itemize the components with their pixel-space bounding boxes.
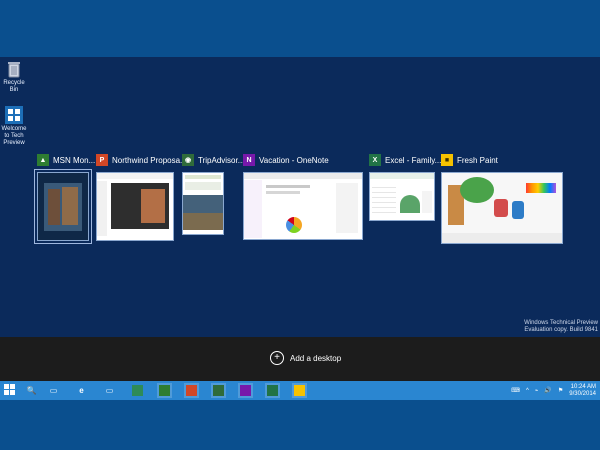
window-fresh-paint[interactable]: ■ Fresh Paint <box>441 153 563 245</box>
evaluation-watermark: Windows Technical Preview Evaluation cop… <box>524 320 598 334</box>
fresh-paint-icon: ■ <box>441 154 453 166</box>
window-msn-money[interactable]: ▲ MSN Mon... <box>34 153 95 245</box>
taskbar: 🔍 ▭ e ▭ ⌨ ^ ⌁ 🔊 ⚑ 10:24 AM 9/30/2014 <box>0 381 600 400</box>
fresh-paint-icon <box>294 385 305 396</box>
window-header: ◉ TripAdvisor... <box>182 153 244 167</box>
window-header: N Vacation - OneNote <box>243 153 329 167</box>
powerpoint-taskbar-button[interactable] <box>184 383 199 398</box>
window-header: ▲ MSN Mon... <box>37 153 95 167</box>
window-thumbnail[interactable] <box>243 172 363 240</box>
window-thumbnail[interactable] <box>96 172 174 241</box>
network-icon[interactable]: ⌁ <box>535 387 539 394</box>
search-icon: 🔍 <box>26 386 37 395</box>
window-northwind-proposal[interactable]: P Northwind Proposa... <box>96 153 187 245</box>
excel-taskbar-button[interactable] <box>265 383 280 398</box>
start-button[interactable] <box>2 383 17 398</box>
store-icon <box>132 385 143 396</box>
desktop-bottom-band <box>0 400 600 450</box>
window-thumbnail[interactable] <box>441 172 563 244</box>
add-desktop-label: Add a desktop <box>290 353 342 363</box>
window-title: Fresh Paint <box>457 155 498 165</box>
welcome-tech-preview-shortcut[interactable]: Welcome to Tech Preview <box>0 106 28 147</box>
powerpoint-icon: P <box>96 154 108 166</box>
window-header: X Excel - Family... <box>369 153 441 167</box>
ie-button[interactable]: e <box>74 383 89 398</box>
store-button[interactable] <box>130 383 145 398</box>
system-tray: ⌨ ^ ⌁ 🔊 ⚑ 10:24 AM 9/30/2014 <box>511 383 596 398</box>
flag-icon[interactable]: ⚑ <box>558 387 563 394</box>
desktop-top-band <box>0 0 600 57</box>
clock[interactable]: 10:24 AM 9/30/2014 <box>569 384 596 398</box>
windows-logo-icon <box>5 106 23 124</box>
excel-icon <box>267 385 278 396</box>
onenote-icon <box>240 385 251 396</box>
window-title: Excel - Family... <box>385 155 442 165</box>
onenote-icon: N <box>243 154 255 166</box>
folder-icon: ▭ <box>105 386 114 395</box>
window-header: ■ Fresh Paint <box>441 153 498 167</box>
chevron-up-icon[interactable]: ^ <box>526 388 529 394</box>
window-header: P Northwind Proposa... <box>96 153 187 167</box>
recycle-bin-shortcut[interactable]: Recycle Bin <box>0 60 28 94</box>
window-thumbnail[interactable] <box>34 169 92 244</box>
tripadvisor-icon: ◉ <box>182 154 194 166</box>
window-title: Vacation - OneNote <box>259 155 329 165</box>
internet-explorer-icon: e <box>79 386 84 395</box>
window-title: MSN Mon... <box>53 155 96 165</box>
watermark-line-2: Evaluation copy. Build 9841 <box>524 327 598 333</box>
volume-icon[interactable]: 🔊 <box>544 387 551 394</box>
plus-icon: + <box>270 351 284 365</box>
window-title: TripAdvisor... <box>198 155 245 165</box>
clock-date: 9/30/2014 <box>569 390 596 397</box>
task-view-icon: ▭ <box>49 386 58 395</box>
tripadvisor-icon <box>213 385 224 396</box>
window-thumbnail[interactable] <box>182 172 224 235</box>
task-view-button[interactable]: ▭ <box>46 383 61 398</box>
window-title: Northwind Proposa... <box>112 155 187 165</box>
fresh-paint-taskbar-button[interactable] <box>292 383 307 398</box>
window-vacation-onenote[interactable]: N Vacation - OneNote <box>243 153 363 245</box>
tripadvisor-taskbar-button[interactable] <box>211 383 226 398</box>
recycle-bin-icon <box>5 60 23 78</box>
msn-money-icon: ▲ <box>37 154 49 166</box>
windows-logo-icon <box>4 384 15 397</box>
window-tripadvisor[interactable]: ◉ TripAdvisor... <box>182 153 244 245</box>
keyboard-icon[interactable]: ⌨ <box>511 387 520 394</box>
window-excel-family[interactable]: X Excel - Family... <box>369 153 441 245</box>
recycle-bin-label: Recycle Bin <box>3 80 25 93</box>
file-explorer-button[interactable]: ▭ <box>102 383 117 398</box>
watermark-line-1: Windows Technical Preview <box>524 320 598 326</box>
msn-money-icon <box>159 385 170 396</box>
powerpoint-icon <box>186 385 197 396</box>
add-desktop-button[interactable]: + Add a desktop <box>270 351 341 365</box>
window-thumbnail[interactable] <box>369 172 435 221</box>
onenote-taskbar-button[interactable] <box>238 383 253 398</box>
excel-icon: X <box>369 154 381 166</box>
welcome-tech-preview-label: Welcome to Tech Preview <box>1 126 27 146</box>
msn-money-taskbar-button[interactable] <box>157 383 172 398</box>
clock-time: 10:24 AM <box>570 383 596 390</box>
search-button[interactable]: 🔍 <box>24 383 39 398</box>
